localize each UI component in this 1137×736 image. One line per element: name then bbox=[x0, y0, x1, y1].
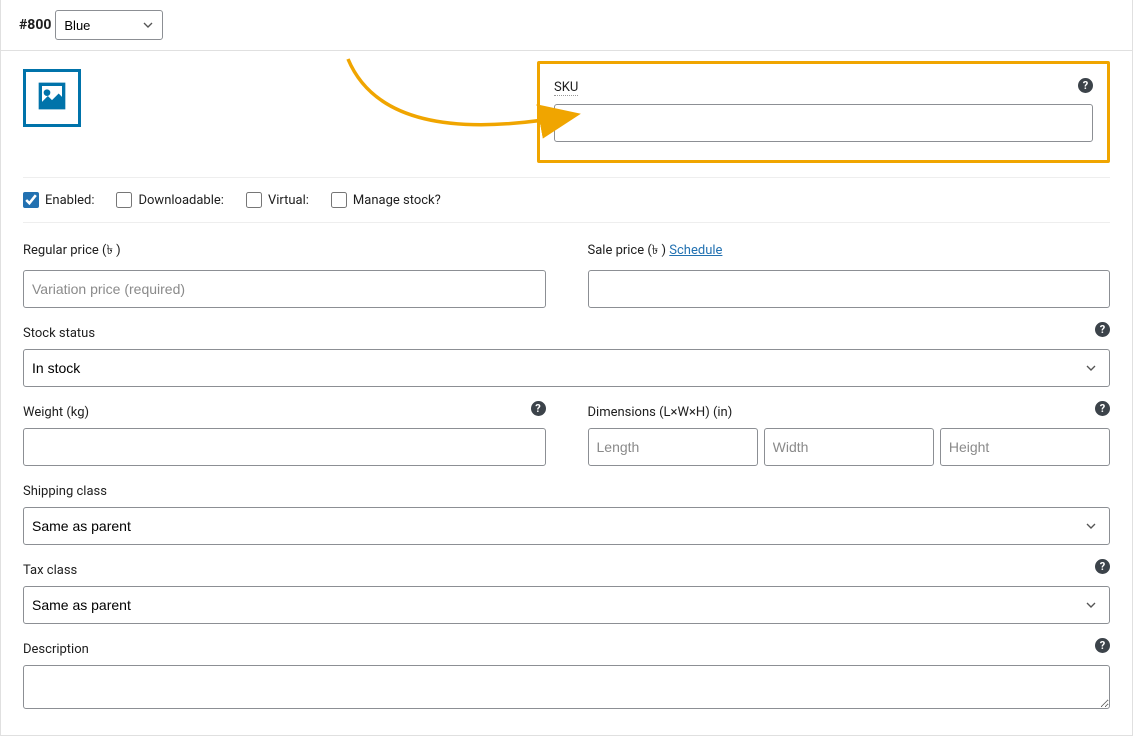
help-icon[interactable]: ? bbox=[1095, 559, 1110, 574]
enabled-label: Enabled: bbox=[45, 193, 94, 208]
enabled-checkbox[interactable] bbox=[23, 192, 39, 208]
downloadable-checkbox[interactable] bbox=[116, 192, 132, 208]
variation-image-placeholder[interactable] bbox=[23, 69, 81, 127]
description-label: Description bbox=[23, 642, 1110, 657]
variation-header: #800 Blue bbox=[1, 0, 1132, 51]
sku-highlight-box: SKU ? bbox=[537, 61, 1110, 163]
help-icon[interactable]: ? bbox=[1078, 78, 1093, 93]
sale-price-input[interactable] bbox=[588, 270, 1111, 308]
width-input[interactable] bbox=[764, 428, 934, 466]
weight-label: Weight (kg) bbox=[23, 405, 546, 420]
enabled-checkbox-wrap[interactable]: Enabled: bbox=[23, 192, 94, 208]
image-icon bbox=[32, 76, 72, 120]
description-textarea[interactable] bbox=[23, 665, 1110, 709]
help-icon[interactable]: ? bbox=[1095, 638, 1110, 653]
shipping-class-select[interactable]: Same as parent bbox=[23, 507, 1110, 545]
tax-class-label: Tax class bbox=[23, 563, 1110, 578]
regular-price-label: Regular price (৳ ) bbox=[23, 241, 546, 262]
manage-stock-checkbox-wrap[interactable]: Manage stock? bbox=[331, 192, 441, 208]
regular-price-input[interactable] bbox=[23, 270, 546, 308]
stock-status-select[interactable]: In stock bbox=[23, 349, 1110, 387]
manage-stock-label: Manage stock? bbox=[353, 193, 441, 208]
manage-stock-checkbox[interactable] bbox=[331, 192, 347, 208]
shipping-class-label: Shipping class bbox=[23, 484, 1110, 499]
sale-schedule-link[interactable]: Schedule bbox=[669, 243, 722, 258]
sku-label: SKU bbox=[554, 80, 578, 96]
variation-id: #800 bbox=[19, 17, 51, 33]
weight-input[interactable] bbox=[23, 428, 546, 466]
help-icon[interactable]: ? bbox=[1095, 322, 1110, 337]
height-input[interactable] bbox=[940, 428, 1110, 466]
sku-input[interactable] bbox=[554, 104, 1093, 142]
help-icon[interactable]: ? bbox=[1095, 401, 1110, 416]
dimensions-label: Dimensions (L×W×H) (in) bbox=[588, 405, 1111, 420]
sale-price-label: Sale price (৳ ) Schedule bbox=[588, 241, 1111, 262]
tax-class-select[interactable]: Same as parent bbox=[23, 586, 1110, 624]
virtual-checkbox[interactable] bbox=[246, 192, 262, 208]
variation-attribute-select[interactable]: Blue bbox=[55, 10, 163, 40]
length-input[interactable] bbox=[588, 428, 758, 466]
virtual-checkbox-wrap[interactable]: Virtual: bbox=[246, 192, 309, 208]
variation-checkboxes: Enabled: Downloadable: Virtual: Manage s… bbox=[23, 178, 1110, 223]
downloadable-checkbox-wrap[interactable]: Downloadable: bbox=[116, 192, 223, 208]
help-icon[interactable]: ? bbox=[531, 401, 546, 416]
virtual-label: Virtual: bbox=[268, 193, 309, 208]
downloadable-label: Downloadable: bbox=[138, 193, 223, 208]
stock-status-label: Stock status bbox=[23, 326, 1110, 341]
